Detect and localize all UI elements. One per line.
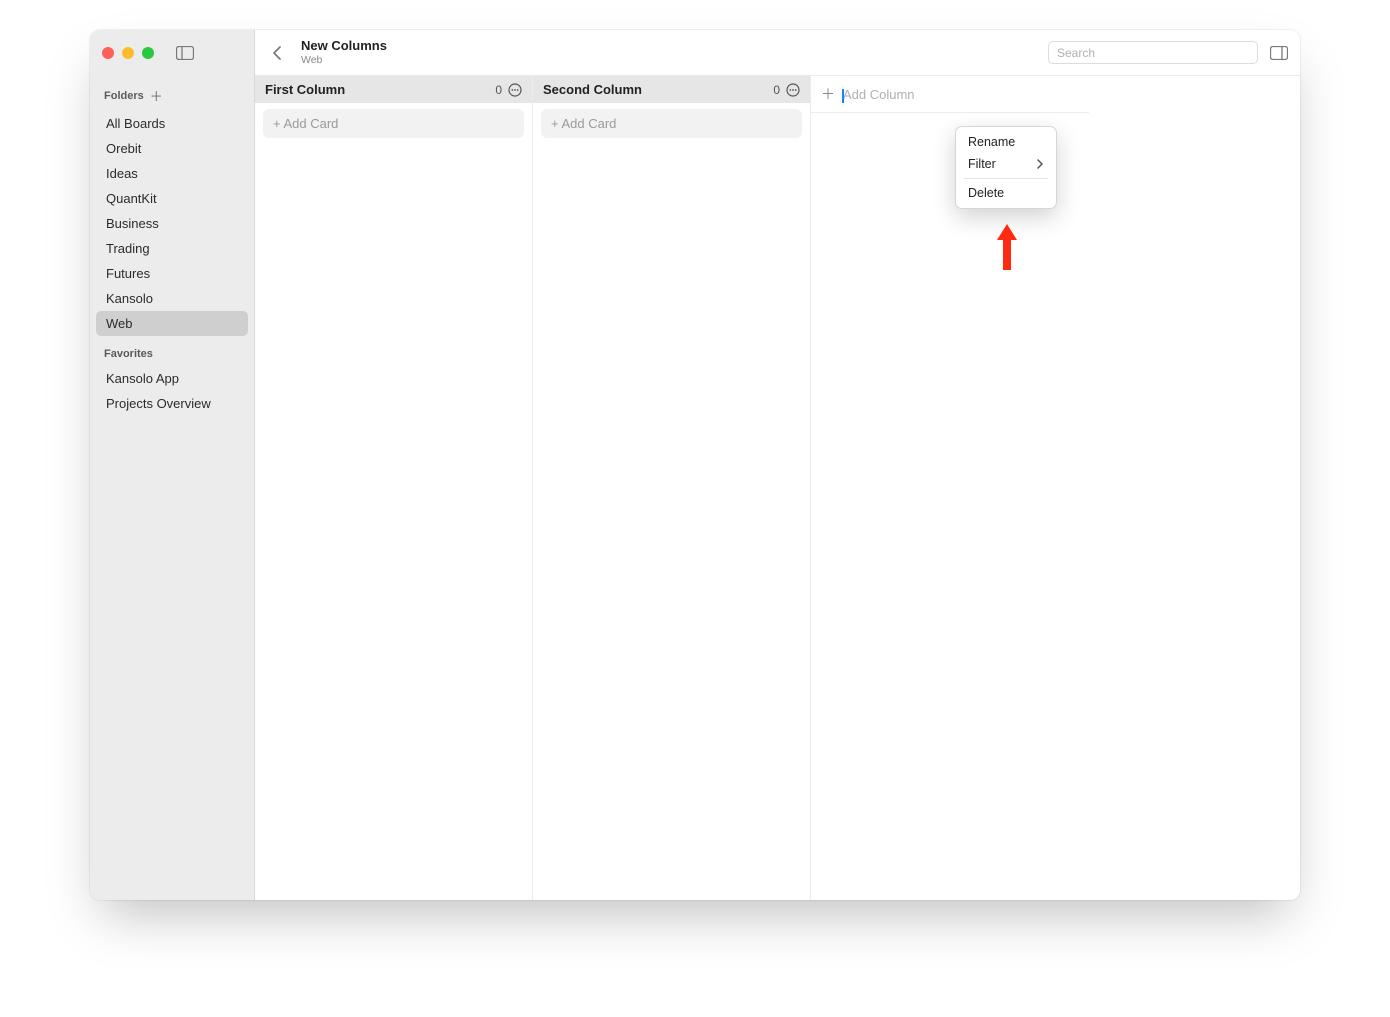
back-button[interactable] [267,42,289,64]
column-header-second[interactable]: Second Column 0 [533,76,810,103]
annotation-arrow-icon [997,224,1017,270]
window-controls [90,30,254,76]
toggle-sidebar-icon[interactable] [176,46,194,60]
column-body: + Add Card [255,103,532,144]
add-card-button[interactable]: + Add Card [541,109,802,138]
sidebar-item-business[interactable]: Business [96,211,248,236]
column-header-first[interactable]: First Column 0 [255,76,532,103]
board: First Column 0 + Add Card Second Column … [255,76,1300,900]
sidebar-section-favorites: Favorites [90,338,254,364]
chevron-right-icon [1036,159,1044,169]
sidebar-item-futures[interactable]: Futures [96,261,248,286]
page-title-block: New Columns Web [301,39,387,66]
window-maximize-button[interactable] [142,47,154,59]
sidebar-item-orebit[interactable]: Orebit [96,136,248,161]
toolbar-right [1048,41,1288,64]
sidebar-item-quantkit[interactable]: QuantKit [96,186,248,211]
add-folder-icon[interactable]: ＋ [150,86,163,105]
menu-item-delete[interactable]: Delete [960,182,1052,204]
app-window: Folders ＋ All Boards Orebit Ideas QuantK… [90,30,1300,900]
text-caret [842,89,844,103]
add-card-button[interactable]: + Add Card [263,109,524,138]
sidebar: Folders ＋ All Boards Orebit Ideas QuantK… [90,30,255,900]
window-minimize-button[interactable] [122,47,134,59]
column-title: Second Column [543,82,642,97]
column-context-menu: Rename Filter Delete [955,126,1057,209]
toolbar: New Columns Web [255,30,1300,76]
page-subtitle: Web [301,54,387,66]
window-close-button[interactable] [102,47,114,59]
favorites-list: Kansolo App Projects Overview [90,364,254,418]
column-body: + Add Card [533,103,810,144]
plus-icon: ＋ [821,84,835,104]
add-column-button[interactable]: ＋ Add Column [811,76,1089,113]
sidebar-item-kansolo[interactable]: Kansolo [96,286,248,311]
sidebar-section-folders: Folders ＋ [90,76,254,109]
column-count: 0 [495,83,502,97]
menu-separator [964,178,1048,179]
sidebar-item-trading[interactable]: Trading [96,236,248,261]
folder-list: All Boards Orebit Ideas QuantKit Busines… [90,109,254,338]
toggle-right-panel-icon[interactable] [1270,46,1288,60]
folders-label: Folders [104,90,144,102]
column-second: Second Column 0 + Add Card [533,76,811,900]
column-first: First Column 0 + Add Card [255,76,533,900]
sidebar-item-ideas[interactable]: Ideas [96,161,248,186]
column-title: First Column [265,82,345,97]
sidebar-item-projects-overview[interactable]: Projects Overview [96,391,248,416]
menu-item-filter[interactable]: Filter [960,153,1052,175]
favorites-label: Favorites [104,348,153,360]
page-title: New Columns [301,39,387,54]
sidebar-item-web[interactable]: Web [96,311,248,336]
search-input[interactable] [1048,41,1258,64]
menu-item-filter-label: Filter [968,157,996,171]
main-area: New Columns Web First Column 0 [255,30,1300,900]
column-menu-icon[interactable] [508,83,522,97]
column-menu-icon[interactable] [786,83,800,97]
column-count: 0 [773,83,780,97]
sidebar-item-all-boards[interactable]: All Boards [96,111,248,136]
sidebar-item-kansolo-app[interactable]: Kansolo App [96,366,248,391]
menu-item-rename[interactable]: Rename [960,131,1052,153]
add-column-label: Add Column [843,87,915,102]
